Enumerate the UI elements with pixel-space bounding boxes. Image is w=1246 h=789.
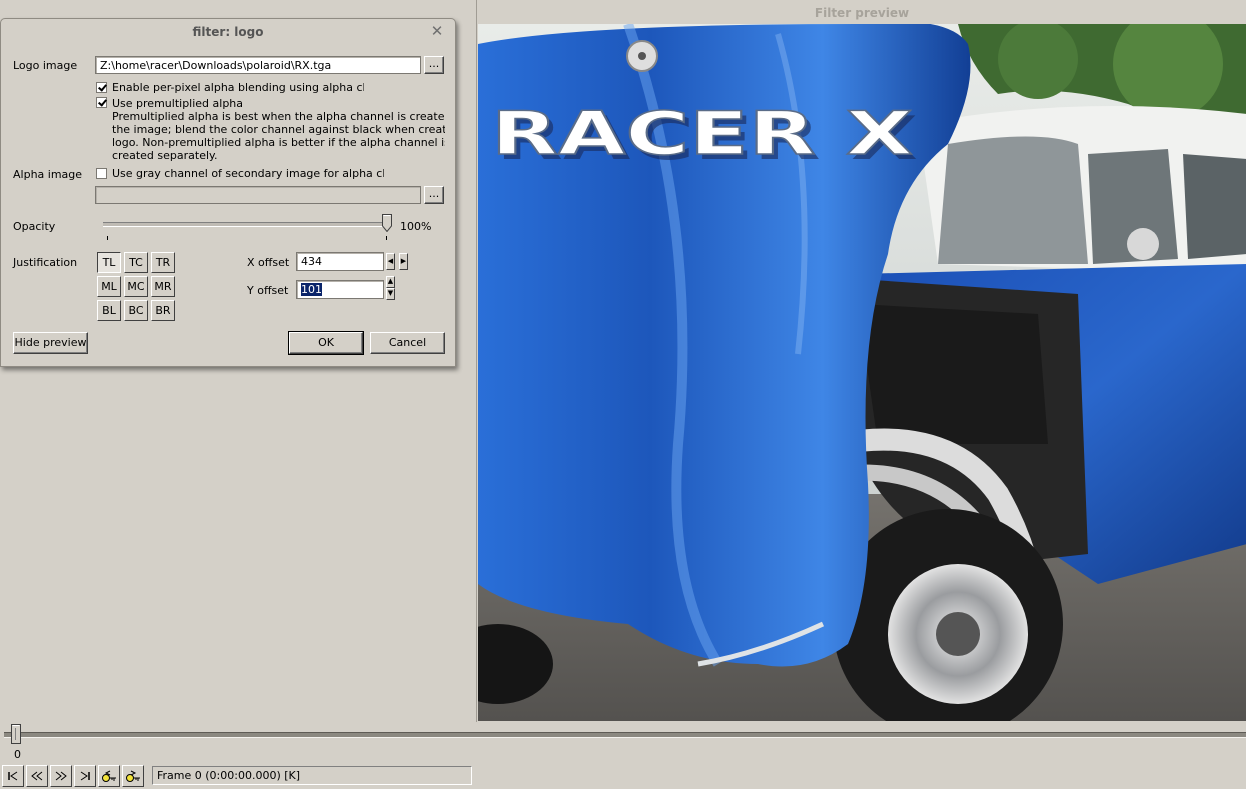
y-offset-increment[interactable]: ▲ xyxy=(386,276,395,288)
logo-image-label: Logo image xyxy=(13,59,78,72)
key-next-icon xyxy=(126,770,140,782)
go-end-button[interactable] xyxy=(74,765,96,787)
timeline-bar: 0 Frame 0 (0:00:00.000) [K] xyxy=(0,722,1246,789)
go-start-button[interactable] xyxy=(2,765,24,787)
go-start-icon xyxy=(8,771,18,781)
y-offset-input[interactable]: 101 xyxy=(296,280,384,299)
justify-br-button[interactable]: BR xyxy=(151,300,175,321)
premultiplied-alpha-label: Use premultiplied alpha xyxy=(112,97,244,110)
go-end-icon xyxy=(80,771,90,781)
logo-browse-button[interactable]: ... xyxy=(424,56,444,74)
enable-alpha-label: Enable per-pixel alpha blending using al… xyxy=(112,81,364,94)
step-back-button[interactable] xyxy=(26,765,48,787)
opacity-value: 100% xyxy=(400,220,432,233)
alpha-image-label: Alpha image xyxy=(13,168,83,181)
dialog-title: filter: logo xyxy=(192,25,264,39)
justify-mr-button[interactable]: MR xyxy=(151,276,175,297)
x-offset-decrement[interactable]: ◀ xyxy=(386,253,395,270)
gray-channel-label: Use gray channel of secondary image for … xyxy=(112,167,384,180)
step-forward-button[interactable] xyxy=(50,765,72,787)
opacity-tick-min xyxy=(107,236,108,240)
justify-bl-button[interactable]: BL xyxy=(97,300,121,321)
x-offset-label: X offset xyxy=(247,256,290,269)
justify-tl-button[interactable]: TL xyxy=(97,252,121,273)
logo-text: RACER X xyxy=(491,99,913,169)
justify-mc-button[interactable]: MC xyxy=(124,276,148,297)
y-offset-decrement[interactable]: ▼ xyxy=(386,288,395,300)
premultiplied-alpha-checkbox[interactable] xyxy=(96,97,107,108)
alpha-browse-button[interactable]: ... xyxy=(424,186,444,204)
premultiplied-description: Premultiplied alpha is best when the alp… xyxy=(112,110,445,162)
timeline-position-label: 0 xyxy=(14,748,21,761)
key-prev-button[interactable] xyxy=(98,765,120,787)
x-offset-input[interactable]: 434 xyxy=(296,252,384,271)
filter-preview-window: Filter preview RACER X RACER X xyxy=(476,0,1246,722)
justify-bc-button[interactable]: BC xyxy=(124,300,148,321)
filter-logo-dialog: filter: logo ✕ Logo image Z:\home\racer\… xyxy=(0,18,456,367)
justify-tr-button[interactable]: TR xyxy=(151,252,175,273)
key-prev-icon xyxy=(102,770,116,782)
ok-button[interactable]: OK xyxy=(288,331,364,355)
opacity-tick-max xyxy=(386,236,387,240)
frame-status-field: Frame 0 (0:00:00.000) [K] xyxy=(152,766,472,785)
justification-label: Justification xyxy=(13,256,78,269)
hide-preview-button[interactable]: Hide preview xyxy=(13,332,88,354)
timeline-thumb[interactable] xyxy=(11,724,21,744)
y-offset-value: 101 xyxy=(301,283,322,296)
racer-x-logo: RACER X RACER X xyxy=(490,98,918,174)
enable-alpha-checkbox[interactable] xyxy=(96,82,107,93)
alpha-image-path-field[interactable] xyxy=(95,186,421,204)
step-back-icon xyxy=(31,771,43,781)
gray-channel-checkbox[interactable] xyxy=(96,168,107,179)
y-offset-label: Y offset xyxy=(247,284,289,297)
justify-tc-button[interactable]: TC xyxy=(124,252,148,273)
key-next-button[interactable] xyxy=(122,765,144,787)
step-forward-icon xyxy=(55,771,67,781)
justify-ml-button[interactable]: ML xyxy=(97,276,121,297)
opacity-label: Opacity xyxy=(13,220,56,233)
x-offset-increment[interactable]: ▶ xyxy=(399,253,408,270)
timeline-track[interactable] xyxy=(4,732,1246,738)
cancel-button[interactable]: Cancel xyxy=(370,332,445,354)
preview-title: Filter preview xyxy=(814,6,910,20)
close-icon[interactable]: ✕ xyxy=(429,23,445,39)
opacity-slider-thumb[interactable] xyxy=(382,214,392,232)
opacity-slider-track[interactable] xyxy=(103,222,389,227)
preview-image: RACER X RACER X xyxy=(478,24,1246,721)
car-photo: RACER X RACER X xyxy=(478,24,1246,721)
logo-image-path-field[interactable]: Z:\home\racer\Downloads\polaroid\RX.tga xyxy=(95,56,421,74)
